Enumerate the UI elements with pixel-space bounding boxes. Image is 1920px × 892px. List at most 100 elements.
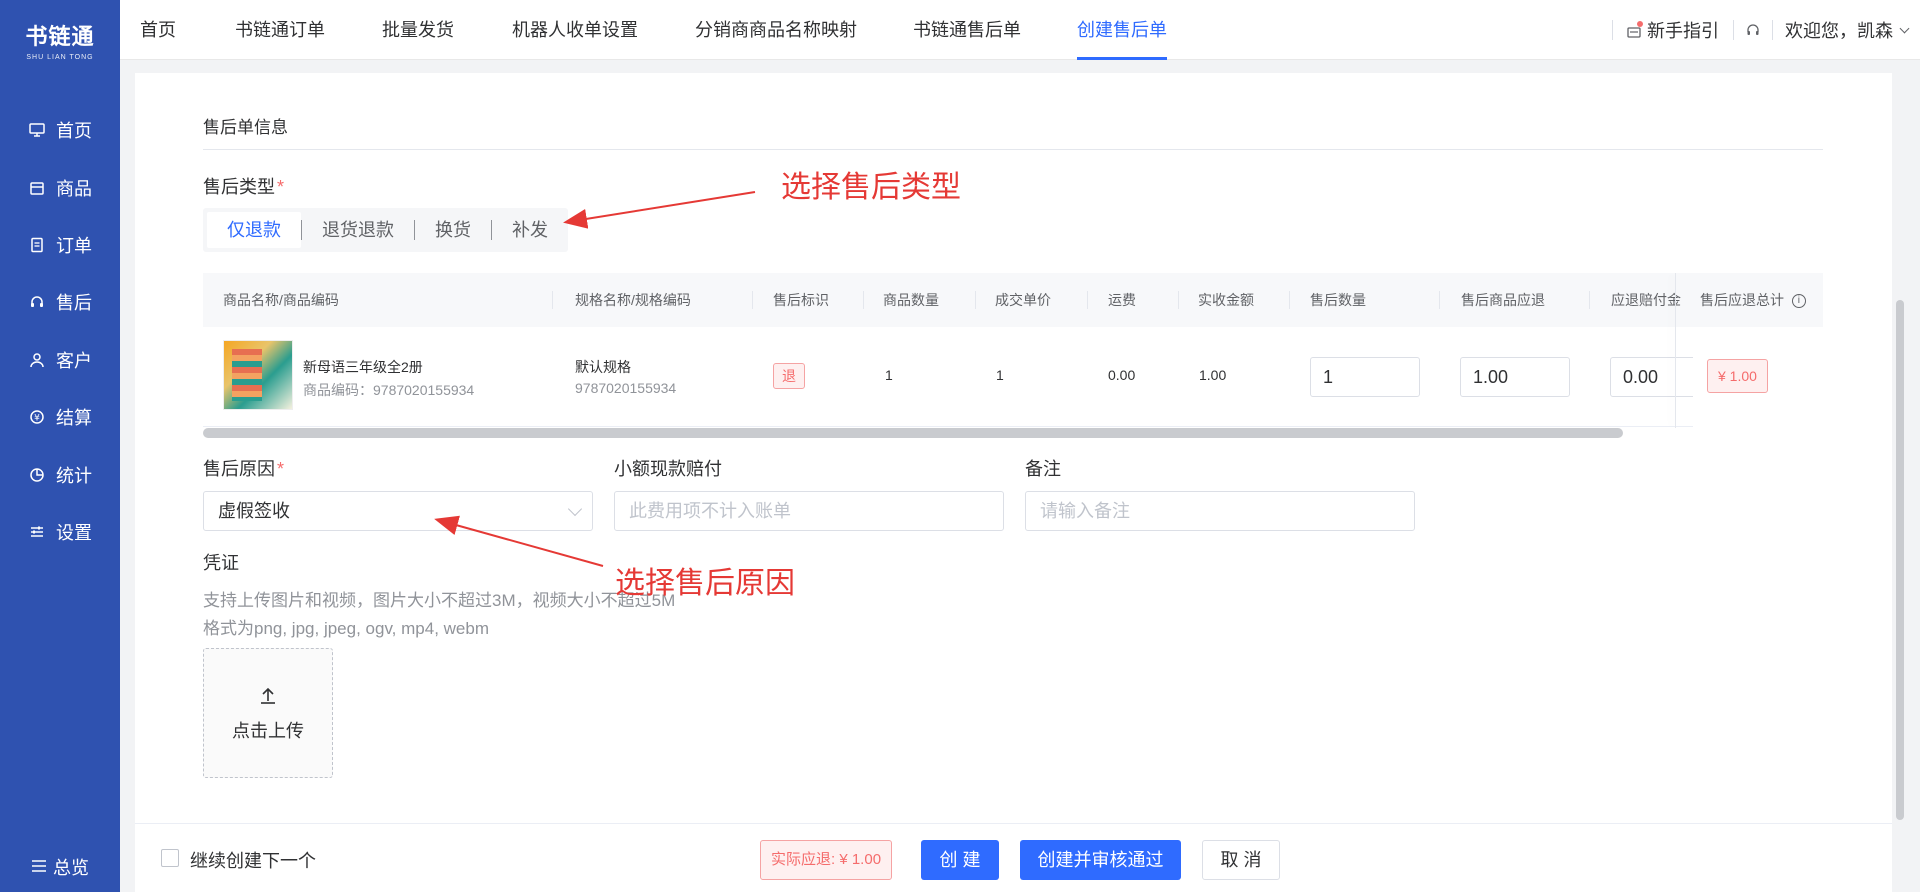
aftersale-type-selector: 仅退款 退货退款 换货 补发 xyxy=(203,208,568,252)
reason-label: 售后原因 * xyxy=(203,455,284,481)
welcome-text: 欢迎您，凯森 xyxy=(1785,21,1893,41)
required-mark: * xyxy=(277,177,285,197)
compensation-input[interactable] xyxy=(614,491,1004,531)
sidebar-item-label: 商品 xyxy=(56,179,92,199)
col-header-refund-goods: 售后商品应退 xyxy=(1461,292,1545,308)
guide-link[interactable]: 新手指引 xyxy=(1627,17,1719,43)
col-header-spec: 规格名称/规格编码 xyxy=(575,292,691,308)
col-header-paid: 实收金额 xyxy=(1198,292,1254,308)
sidebar-item-goods[interactable]: 商品 xyxy=(0,168,120,208)
continue-label: 继续创建下一个 xyxy=(190,851,316,871)
sidebar-item-statistics[interactable]: 统计 xyxy=(0,455,120,495)
table-horizontal-scrollbar[interactable] xyxy=(203,428,1623,438)
divider xyxy=(1087,291,1088,309)
nav-tab-robot-settings[interactable]: 机器人收单设置 xyxy=(512,0,638,60)
nav-tab-home[interactable]: 首页 xyxy=(140,0,176,60)
menu-icon xyxy=(31,857,47,878)
sidebar: 书链通 SHU LIAN TONG 首页 商品 订单 售后 客户 ¥ 结算 统计… xyxy=(0,0,120,892)
table-header: 商品名称/商品编码 规格名称/规格编码 售后标识 商品数量 成交单价 运费 实收… xyxy=(203,273,1823,327)
reason-select[interactable]: 虚假签收 xyxy=(203,491,593,531)
sidebar-item-customers[interactable]: 客户 xyxy=(0,340,120,380)
headset-support-icon[interactable] xyxy=(1746,23,1760,37)
divider xyxy=(203,149,1823,150)
sidebar-item-label: 统计 xyxy=(56,466,92,486)
top-navigation: 首页 书链通订单 批量发货 机器人收单设置 分销商商品名称映射 书链通售后单 创… xyxy=(120,0,1920,60)
product-name: 新母语三年级全2册 xyxy=(303,359,423,375)
divider xyxy=(552,291,553,309)
upload-button[interactable]: 点击上传 xyxy=(203,648,333,778)
sidebar-item-orders[interactable]: 订单 xyxy=(0,225,120,265)
type-option-refund-only[interactable]: 仅退款 xyxy=(207,212,301,248)
headset-icon xyxy=(28,293,46,311)
sidebar-item-home[interactable]: 首页 xyxy=(0,110,120,150)
annotation-type-note: 选择售后类型 xyxy=(781,171,961,204)
create-button[interactable]: 创 建 xyxy=(921,840,999,880)
annotation-reason-note: 选择售后原因 xyxy=(615,567,795,600)
sidebar-item-label: 首页 xyxy=(56,121,92,141)
col-header-aftersale-qty: 售后数量 xyxy=(1310,292,1366,308)
sidebar-item-label: 售后 xyxy=(56,293,92,313)
logo-text: 书链通 xyxy=(25,24,95,49)
cancel-button[interactable]: 取 消 xyxy=(1202,840,1280,880)
divider xyxy=(1178,291,1179,309)
pie-icon xyxy=(28,466,46,484)
type-option-return-refund[interactable]: 退货退款 xyxy=(302,212,414,248)
table-row: 新母语三年级全2册 商品编码：9787020155934 默认规格 978702… xyxy=(203,327,1823,427)
divider xyxy=(1289,291,1290,309)
col-header-total-text: 售后应退总计 xyxy=(1700,292,1784,308)
section-title: 售后单信息 xyxy=(203,118,288,137)
voucher-hint-format: 格式为png, jpg, jpeg, ogv, mp4, webm xyxy=(203,619,489,638)
settle-icon: ¥ xyxy=(28,408,46,426)
user-menu[interactable]: 欢迎您，凯森 xyxy=(1785,17,1910,43)
product-code: 商品编码：9787020155934 xyxy=(303,382,475,398)
sidebar-overview-toggle[interactable]: 总览 xyxy=(0,842,120,892)
sidebar-item-settings[interactable]: 设置 xyxy=(0,512,120,552)
create-approve-button[interactable]: 创建并审核通过 xyxy=(1020,840,1181,880)
main-content: 售后单信息 售后类型 * 仅退款 退货退款 换货 补发 商品名称/商品编码 规格名… xyxy=(135,73,1892,823)
sidebar-item-aftersale[interactable]: 售后 xyxy=(0,282,120,322)
type-option-exchange[interactable]: 换货 xyxy=(415,212,491,248)
nav-tab-batch-ship[interactable]: 批量发货 xyxy=(382,0,454,60)
nav-tab-create-aftersale[interactable]: 创建售后单 xyxy=(1077,0,1167,60)
svg-text:¥: ¥ xyxy=(34,414,40,424)
remark-input[interactable] xyxy=(1025,491,1415,531)
qty-value: 1 xyxy=(885,367,893,383)
col-header-qty: 商品数量 xyxy=(883,292,939,308)
sliders-icon xyxy=(28,523,46,541)
sidebar-overview-label: 总览 xyxy=(53,858,89,878)
spec-name: 默认规格 xyxy=(575,359,631,375)
type-option-reissue[interactable]: 补发 xyxy=(492,212,568,248)
nav-tab-orders[interactable]: 书链通订单 xyxy=(235,0,325,60)
page-vertical-scrollbar[interactable] xyxy=(1896,300,1904,820)
nav-tab-name-mapping[interactable]: 分销商商品名称映射 xyxy=(695,0,857,60)
divider xyxy=(752,291,753,309)
guide-label: 新手指引 xyxy=(1647,21,1719,41)
user-icon xyxy=(28,351,46,369)
remark-label: 备注 xyxy=(1025,459,1061,479)
app-logo[interactable]: 书链通 SHU LIAN TONG xyxy=(0,0,120,80)
col-header-name: 商品名称/商品编码 xyxy=(223,292,339,308)
col-header-price: 成交单价 xyxy=(995,292,1051,308)
voucher-label: 凭证 xyxy=(203,553,239,573)
info-icon[interactable]: i xyxy=(1791,294,1806,309)
book-cover xyxy=(232,349,262,401)
continue-checkbox[interactable] xyxy=(161,849,179,867)
aftersale-qty-input[interactable] xyxy=(1310,357,1420,397)
col-header-total: 售后应退总计 i xyxy=(1696,273,1823,327)
box-icon xyxy=(28,179,46,197)
sidebar-item-label: 结算 xyxy=(56,408,92,428)
upload-label: 点击上传 xyxy=(232,720,304,741)
nav-right-area: 新手指引 欢迎您，凯森 xyxy=(1612,0,1910,60)
actual-refund-amount: 实际应退: ¥ 1.00 xyxy=(760,840,893,880)
col-header-freight: 运费 xyxy=(1108,292,1136,308)
refund-tag: 退 xyxy=(773,363,805,389)
divider xyxy=(1612,20,1613,40)
fixed-column-cell: ¥ 1.00 xyxy=(1693,327,1823,427)
nav-tab-aftersale-list[interactable]: 书链通售后单 xyxy=(913,0,1021,60)
total-refund-tag: ¥ 1.00 xyxy=(1707,359,1768,393)
freight-value: 0.00 xyxy=(1108,367,1136,383)
refund-goods-input[interactable] xyxy=(1460,357,1570,397)
divider xyxy=(863,291,864,309)
divider xyxy=(1772,20,1773,40)
sidebar-item-settlement[interactable]: ¥ 结算 xyxy=(0,397,120,437)
